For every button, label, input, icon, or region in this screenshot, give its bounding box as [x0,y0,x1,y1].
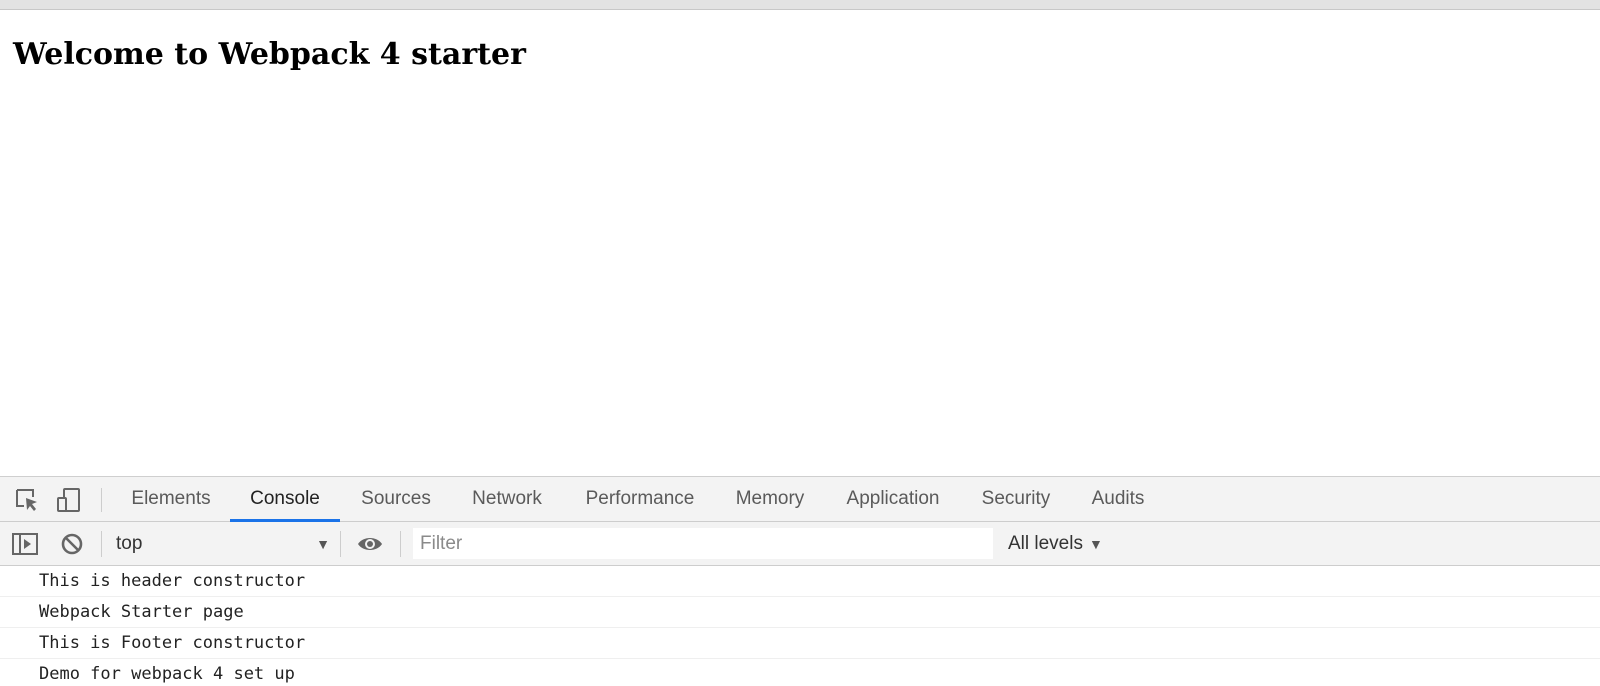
devtools-panel: Elements Console Sources Network Perform… [0,476,1600,686]
chevron-down-icon: ▼ [316,536,330,552]
console-message: This is Footer constructor [0,628,1600,659]
device-toolbar-icon[interactable] [56,487,82,513]
tab-elements[interactable]: Elements [118,477,224,521]
log-levels-label: All levels [1008,533,1083,554]
tab-memory[interactable]: Memory [727,477,813,521]
toolbar-separator [340,531,341,557]
console-output: This is header constructor Webpack Start… [0,566,1600,686]
tab-audits[interactable]: Audits [1082,477,1154,521]
console-message: This is header constructor [0,566,1600,597]
clear-console-icon[interactable] [58,530,86,558]
toolbar-separator [400,531,401,557]
inspect-element-icon[interactable] [14,487,40,513]
live-expression-eye-icon[interactable] [356,530,384,558]
tab-performance[interactable]: Performance [576,477,704,521]
toolbar-separator [101,488,102,512]
sidebar-toggle-icon[interactable] [11,530,39,558]
console-toolbar: top ▼ All levels ▼ [0,522,1600,566]
chevron-down-icon: ▼ [1088,536,1103,552]
context-selector[interactable]: top ▼ [116,530,330,558]
context-selector-value: top [116,533,143,554]
page-heading: Welcome to Webpack 4 starter [13,37,526,72]
tab-application[interactable]: Application [836,477,950,521]
tab-console[interactable]: Console [230,477,340,522]
page-viewport: Welcome to Webpack 4 starter [0,10,1600,476]
filter-input[interactable] [413,528,993,559]
log-levels-dropdown[interactable]: All levels ▼ [1008,530,1103,558]
tab-network[interactable]: Network [459,477,555,521]
tab-security[interactable]: Security [974,477,1058,521]
toolbar-separator [101,531,102,557]
console-message: Demo for webpack 4 set up [0,659,1600,686]
browser-topbar [0,0,1600,10]
tab-sources[interactable]: Sources [348,477,444,521]
devtools-tab-bar: Elements Console Sources Network Perform… [0,477,1600,522]
console-message: Webpack Starter page [0,597,1600,628]
